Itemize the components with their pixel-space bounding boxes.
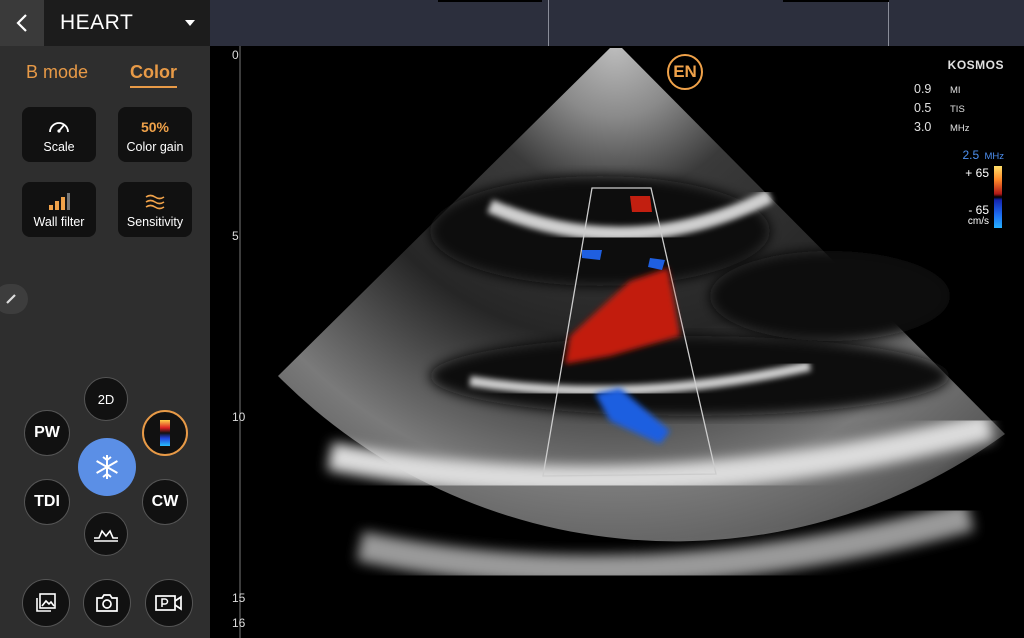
preset-label: HEART — [60, 11, 134, 34]
wall-filter-label: Wall filter — [33, 214, 85, 229]
depth-label: 5 — [232, 229, 239, 243]
mode-color-button[interactable] — [142, 410, 188, 456]
video-record-icon — [155, 595, 182, 611]
tab-b-mode[interactable]: B mode — [26, 62, 88, 83]
m-mode-button[interactable] — [84, 512, 128, 556]
gauge-icon — [45, 116, 73, 138]
toolbar-divider — [548, 0, 549, 46]
sensitivity-label: Sensitivity — [126, 214, 184, 229]
param-value: 0.5 — [914, 101, 932, 115]
mode-pw-button[interactable]: PW — [24, 410, 70, 456]
color-gain-label: Color gain — [126, 139, 184, 154]
preset-dropdown[interactable]: HEART — [60, 0, 205, 46]
chamber-shape — [430, 336, 950, 416]
waves-icon — [143, 191, 167, 213]
color-frequency: 2.5 MHz — [962, 148, 1004, 162]
chamber-shape — [710, 251, 950, 341]
velocity-unit: cm/s — [967, 216, 989, 227]
param-value: 3.0 — [914, 120, 932, 134]
gallery-icon — [36, 593, 56, 612]
caret-down-icon — [185, 20, 195, 26]
param-row: 0.5 TIS — [914, 101, 1004, 120]
color-gain-value: 50% — [140, 118, 170, 135]
sensitivity-button[interactable]: Sensitivity — [118, 182, 192, 237]
back-button[interactable] — [0, 0, 44, 46]
toolbar-segment-top — [438, 0, 542, 2]
param-value: 0.9 — [914, 82, 932, 96]
acquisition-params: KOSMOS 0.9 MI 0.5 TIS 3.0 MHz — [914, 58, 1004, 139]
param-row: 3.0 MHz — [914, 120, 1004, 139]
ultrasound-app: HEART B mode Color Scale 50% Color gain … — [0, 0, 1024, 638]
velocity-negative: - 65 — [968, 203, 989, 217]
depth-label: 10 — [232, 410, 246, 424]
depth-label: 0 — [232, 48, 239, 62]
param-unit: MHz — [950, 123, 970, 134]
mode-tdi-button[interactable]: TDI — [24, 479, 70, 525]
m-mode-icon — [94, 529, 118, 542]
depth-label: 15 — [232, 591, 246, 605]
ultrasound-image[interactable]: 0 5 10 15 16 EN KOSMOS 0.9 MI 0.5 TIS 3.… — [210, 46, 1024, 638]
mode-2d-button[interactable]: 2D — [84, 377, 128, 421]
param-row: 0.9 MI — [914, 82, 1004, 101]
color-gain-button[interactable]: 50% Color gain — [118, 107, 192, 162]
control-panel: HEART B mode Color Scale 50% Color gain … — [0, 0, 210, 638]
gallery-button[interactable] — [22, 579, 70, 627]
depth-label: 16 — [232, 616, 246, 630]
snowflake-icon — [96, 455, 118, 479]
pencil-icon — [6, 294, 16, 304]
annotate-button[interactable] — [0, 284, 28, 314]
image-toolbar — [210, 0, 1024, 46]
doppler-flow-red — [630, 196, 652, 212]
signal-bars-icon — [47, 191, 71, 213]
color-frequency-unit: MHz — [984, 151, 1004, 162]
camera-icon — [96, 594, 118, 612]
color-doppler-icon — [160, 420, 170, 446]
device-brand: KOSMOS — [947, 58, 1004, 72]
toolbar-segment-top — [783, 0, 889, 2]
depth-scale: 0 5 10 15 16 — [210, 46, 270, 638]
toolbar-divider — [888, 0, 889, 46]
param-unit: TIS — [950, 104, 965, 115]
color-frequency-value: 2.5 — [962, 148, 980, 162]
record-button[interactable] — [145, 579, 193, 627]
tab-color[interactable]: Color — [130, 62, 177, 88]
scale-button[interactable]: Scale — [22, 107, 96, 162]
scale-label: Scale — [43, 139, 75, 154]
brand-logo: EN — [667, 54, 703, 90]
velocity-positive: + 65 — [965, 166, 989, 180]
param-unit: MI — [950, 85, 961, 96]
freeze-button[interactable] — [78, 438, 136, 496]
header-bar: HEART — [0, 0, 210, 46]
sector-scan — [278, 48, 1005, 585]
color-velocity-scale — [994, 166, 1002, 228]
mode-cw-button[interactable]: CW — [142, 479, 188, 525]
chevron-left-icon — [16, 14, 27, 32]
wall-filter-button[interactable]: Wall filter — [22, 182, 96, 237]
snapshot-button[interactable] — [83, 579, 131, 627]
